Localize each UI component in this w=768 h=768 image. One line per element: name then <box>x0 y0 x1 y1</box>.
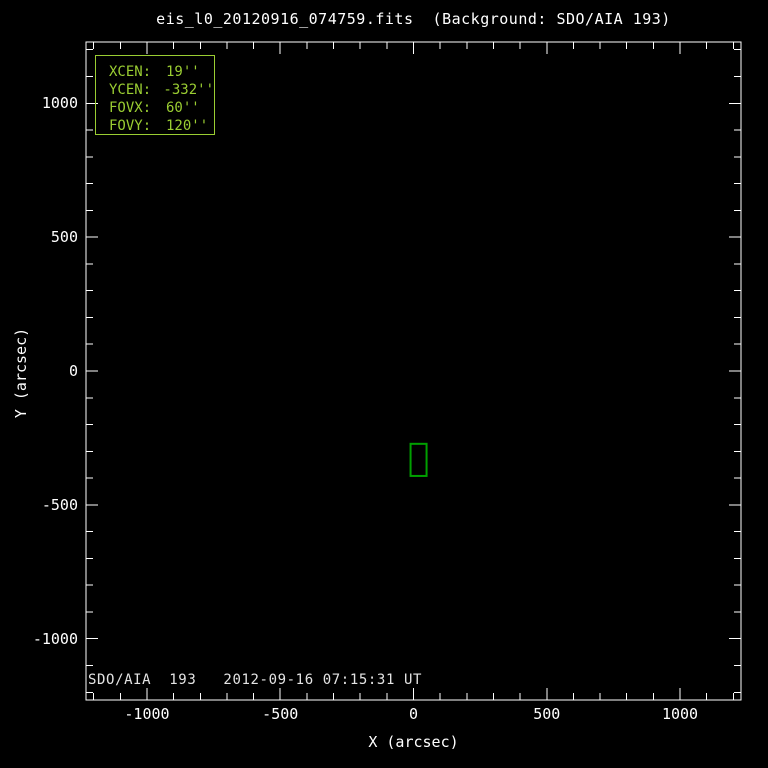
legend-value-xcen: 19'' <box>166 64 200 80</box>
y-tick-label: 0 <box>68 362 78 380</box>
x-axis-label: X (arcsec) <box>368 733 459 751</box>
legend-row-fovx: FOVX: 60'' <box>109 99 214 117</box>
x-tick-label: 500 <box>533 705 561 723</box>
plot-title: eis_l0_20120916_074759.fits (Background:… <box>156 10 671 28</box>
plot-box <box>85 41 742 701</box>
legend-row-ycen: YCEN: -332'' <box>109 81 214 99</box>
x-tick-label: -1000 <box>124 705 170 723</box>
x-tick-label: -500 <box>262 705 299 723</box>
legend-key-xcen: XCEN: <box>109 64 152 80</box>
y-tick-label: -500 <box>41 495 78 514</box>
y-tick-label: -1000 <box>32 629 78 648</box>
legend-row-fovy: FOVY: 120'' <box>109 117 214 135</box>
background-image-timestamp-label: SDO/AIA 193 2012-09-16 07:15:31 UT <box>88 672 423 686</box>
x-tick-label: 0 <box>408 705 419 723</box>
legend-key-fovx: FOVX: <box>109 100 152 116</box>
legend-value-fovx: 60'' <box>166 100 200 116</box>
legend-row-xcen: XCEN: 19'' <box>109 63 214 81</box>
legend-key-fovy: FOVY: <box>109 118 152 134</box>
legend-value-ycen: -332'' <box>163 82 214 98</box>
fov-legend-box: XCEN: 19'' YCEN: -332'' FOVX: 60'' FOVY: 120… <box>95 55 215 135</box>
y-tick-label: 500 <box>50 228 78 247</box>
legend-key-ycen: YCEN: <box>109 82 152 98</box>
legend-value-fovy: 120'' <box>166 118 209 134</box>
plot-window: eis_l0_20120916_074759.fits (Background:… <box>0 0 768 768</box>
fov-rectangle <box>409 442 428 477</box>
y-tick-label: 1000 <box>41 94 78 113</box>
x-tick-label: 1000 <box>661 705 699 723</box>
